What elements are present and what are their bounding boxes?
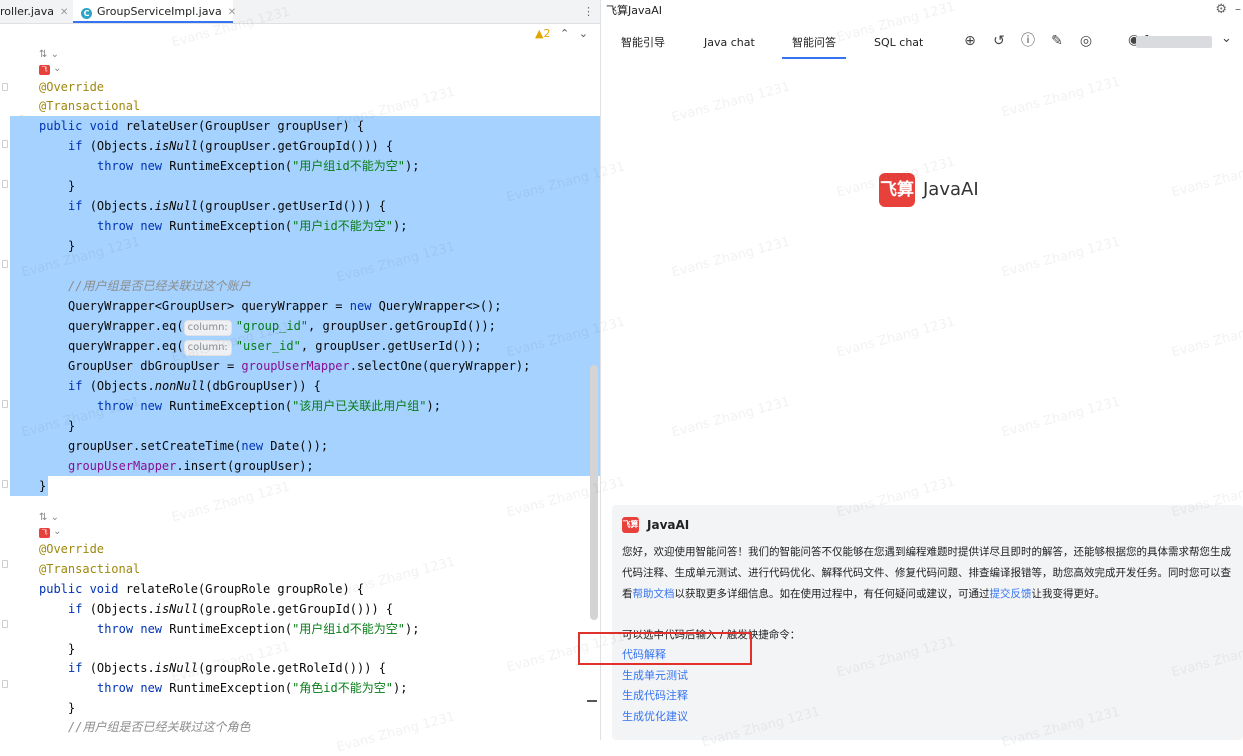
tab-smart-qa[interactable]: 智能问答 (782, 26, 846, 59)
fold-icon[interactable] (2, 180, 8, 188)
edit-icon[interactable]: ✎ (1048, 32, 1066, 50)
fold-icon[interactable] (2, 83, 8, 91)
gear-icon[interactable]: ⚙ (1215, 2, 1227, 17)
tab-label: GroupServiceImpl.java (97, 5, 222, 18)
code-line: throw new RuntimeException("该用户已关联此用户组")… (10, 396, 600, 416)
history-icon[interactable]: ↺ (990, 32, 1008, 50)
code-line: GroupUser dbGroupUser = groupUserMapper.… (10, 356, 600, 376)
tab-guide[interactable]: 智能引导 (621, 26, 665, 59)
code-line: throw new RuntimeException("用户组id不能为空"); (10, 156, 600, 176)
editor-tab-bar: roller.java ✕ C GroupServiceImpl.java ✕ ⋮ (0, 0, 600, 24)
code-line: if (Objects.isNull(groupUser.getUserId()… (10, 196, 600, 216)
code-line: QueryWrapper<GroupUser> queryWrapper = n… (10, 296, 600, 316)
fold-icon[interactable] (2, 560, 8, 568)
feedback-link[interactable]: 提交反馈 (990, 588, 1032, 600)
feisuan-logo: 飞算 (879, 173, 915, 207)
code-line: groupUserMapper.insert(groupUser); (10, 456, 600, 476)
sender-name: JavaAI (647, 518, 690, 532)
param-hint: column: (183, 340, 232, 356)
close-icon[interactable]: ✕ (228, 7, 236, 18)
code-line: //用户组是否已经关联过这个角色 (68, 720, 251, 734)
chevron-down-icon[interactable]: ⌄ (1221, 31, 1232, 46)
code-line: public void relateUser(GroupUser groupUs… (10, 116, 600, 136)
fold-icon[interactable] (2, 680, 8, 688)
code-line: throw new RuntimeException("用户组id不能为空"); (97, 622, 420, 636)
tab-groupserviceimpl-java[interactable]: C GroupServiceImpl.java ✕ (73, 0, 236, 23)
code-line: } (68, 642, 76, 656)
fold-icon[interactable] (2, 260, 8, 268)
warning-count: 2 (543, 27, 551, 40)
panel-title: 飞算JavaAI (606, 4, 663, 17)
cmd-gen-unit-test[interactable]: 生成单元测试 (622, 667, 688, 685)
chevron-down-icon[interactable]: ⌄ (579, 27, 588, 40)
cmd-gen-comment[interactable]: 生成代码注释 (622, 687, 688, 705)
chat-message: 飞算 JavaAI 您好，欢迎使用智能问答！我们的智能问答不仅能够在您遇到编程难… (612, 505, 1243, 740)
code-line: } (10, 476, 48, 496)
ai-hint-icon[interactable]: ⇅ ⌄ (39, 512, 59, 524)
chevron-up-icon[interactable]: ⌃ (560, 27, 569, 40)
fold-icon[interactable] (2, 480, 8, 488)
editor-gutter (0, 23, 10, 740)
code-line: public void relateRole(GroupRole groupRo… (39, 582, 365, 596)
code-line: queryWrapper.eq(column: "group_id", group… (10, 316, 600, 336)
cmd-gen-optimize[interactable]: 生成优化建议 (622, 708, 688, 726)
settings-icon[interactable]: ◎ (1077, 32, 1095, 50)
fold-icon[interactable] (2, 620, 8, 628)
fold-icon[interactable] (2, 400, 8, 408)
code-line: @Override (39, 542, 105, 556)
code-line: groupUser.setCreateTime(new Date()); (10, 436, 600, 456)
code-line: if (Objects.isNull(groupRole.getGroupId(… (68, 602, 394, 616)
code-line: if (Objects.nonNull(dbGroupUser)) { (10, 376, 600, 396)
param-hint: column: (183, 320, 232, 336)
inspection-widget[interactable]: ▲2 ⌃ ⌄ (535, 27, 588, 40)
new-chat-icon[interactable]: ⊕ (961, 32, 979, 50)
tab-java-chat[interactable]: Java chat (704, 26, 755, 59)
chat-intro: 您好，欢迎使用智能问答！我们的智能问答不仅能够在您遇到编程难题时提供详尽且即时的… (622, 546, 1231, 600)
tab-label: roller.java (0, 5, 54, 18)
help-doc-link[interactable]: 帮助文档 (633, 588, 675, 600)
brand-name: JavaAI (923, 179, 979, 200)
help-icon[interactable]: ⓘ (1019, 32, 1037, 50)
feisuan-logo-icon[interactable]: 飞 ⌄ (39, 526, 62, 538)
fold-icon[interactable] (2, 140, 8, 148)
code-line: @Override (39, 80, 105, 94)
tab-sql-chat[interactable]: SQL chat (874, 26, 923, 59)
code-line: } (68, 701, 76, 715)
javaai-panel: 飞算JavaAI ⚙ – 智能引导 Java chat 智能问答 SQL cha… (601, 0, 1243, 740)
more-vertical-icon[interactable]: ⋮ (583, 0, 594, 23)
scroll-marker (587, 700, 597, 702)
feisuan-logo: 飞算 (622, 517, 639, 533)
minimize-icon[interactable]: – (1235, 2, 1241, 16)
user-name-redacted (1136, 36, 1212, 48)
feisuan-logo-icon[interactable]: 飞 ⌄ (39, 63, 62, 75)
ai-hint-icon[interactable]: ⇅ ⌄ (39, 49, 59, 61)
code-line: } (10, 176, 600, 196)
code-line: @Transactional (39, 99, 141, 113)
code-line: if (Objects.isNull(groupUser.getGroupId(… (10, 136, 600, 156)
highlight-box (578, 632, 752, 665)
code-editor[interactable]: roller.java ✕ C GroupServiceImpl.java ✕ ⋮ ▲… (0, 0, 600, 740)
code-line: queryWrapper.eq(column: "user_id", groupU… (10, 336, 600, 356)
code-line: if (Objects.isNull(groupRole.getRoleId()… (68, 661, 386, 675)
code-line: @Transactional (39, 562, 141, 576)
editor-scrollbar[interactable] (590, 365, 598, 620)
java-class-icon: C (81, 8, 92, 19)
code-line: throw new RuntimeException("用户id不能为空"); (10, 216, 600, 236)
code-line-empty (10, 256, 600, 276)
code-line: } (10, 416, 600, 436)
code-line: } (10, 236, 600, 256)
code-line: throw new RuntimeException("角色id不能为空"); (97, 681, 408, 695)
close-icon[interactable]: ✕ (60, 7, 68, 18)
tab-roller-java[interactable]: roller.java ✕ (0, 0, 68, 23)
code-line: //用户组是否已经关联过这个账户 (10, 276, 600, 296)
